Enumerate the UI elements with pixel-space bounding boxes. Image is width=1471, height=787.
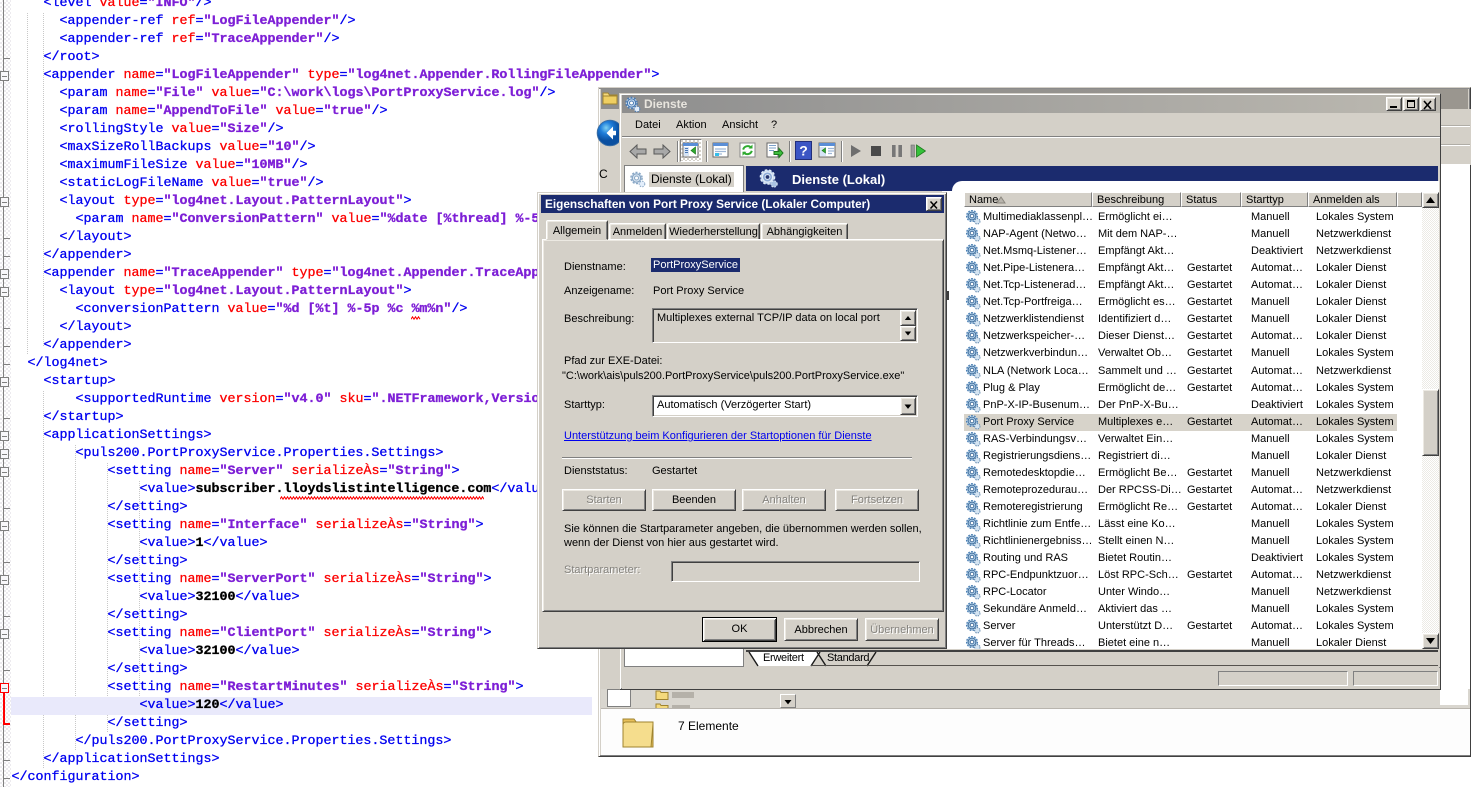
svg-text:?: ? [799, 143, 808, 159]
